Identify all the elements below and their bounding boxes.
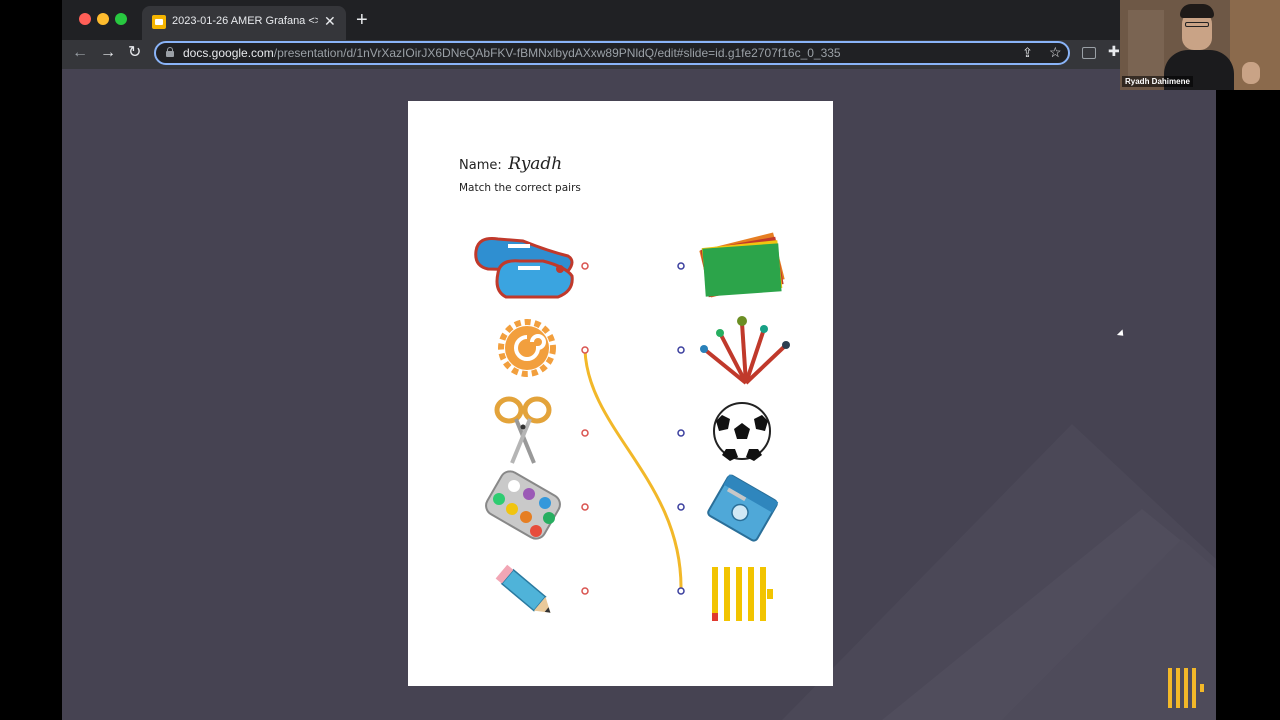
matching-worksheet bbox=[474, 232, 790, 621]
close-icon[interactable]: ✕ bbox=[324, 13, 336, 29]
left-dots bbox=[581, 262, 589, 595]
window-maximize-icon[interactable] bbox=[115, 13, 127, 25]
browser-window: 2023-01-26 AMER Grafana <> ✕ + ← → ↻ doc… bbox=[62, 0, 1120, 69]
slides-favicon-icon bbox=[152, 15, 166, 29]
url-host: docs.google.com bbox=[183, 46, 274, 60]
left-dot-4[interactable] bbox=[581, 503, 589, 511]
right-dot-5[interactable] bbox=[677, 587, 685, 595]
star-icon[interactable]: ☆ bbox=[1049, 44, 1062, 61]
left-dot-5[interactable] bbox=[581, 587, 589, 595]
right-dot-3[interactable] bbox=[677, 429, 685, 437]
right-dot-4[interactable] bbox=[677, 503, 685, 511]
right-dot-1[interactable] bbox=[677, 262, 685, 270]
slide[interactable]: Name: Ryadh Match the correct pairs bbox=[408, 101, 833, 686]
reload-icon[interactable]: ↻ bbox=[128, 43, 141, 63]
lock-icon[interactable] bbox=[166, 47, 174, 57]
left-dot-2[interactable] bbox=[581, 346, 589, 354]
participant-name: Ryadh Dahimene bbox=[1122, 76, 1193, 87]
pencil-sharpener-image bbox=[707, 474, 779, 542]
window-minimize-icon[interactable] bbox=[97, 13, 109, 25]
arrow-left-icon[interactable]: ← bbox=[72, 43, 88, 63]
tab-bar: 2023-01-26 AMER Grafana <> ✕ + bbox=[62, 0, 1120, 40]
window-close-icon[interactable] bbox=[79, 13, 91, 25]
tab-title: 2023-01-26 AMER Grafana <> bbox=[172, 15, 318, 27]
colored-paper-image bbox=[699, 232, 785, 298]
reader-mode-icon[interactable] bbox=[1082, 47, 1096, 59]
browser-toolbar: ← → ↻ docs.google.com/presentation/d/1nV… bbox=[62, 40, 1120, 69]
match-connector-line bbox=[583, 348, 683, 593]
plus-icon[interactable]: + bbox=[356, 9, 368, 31]
arrow-right-icon[interactable]: → bbox=[100, 43, 116, 63]
webcam-feed: Ryadh Dahimene bbox=[1120, 0, 1280, 90]
soccer-ball-image bbox=[713, 402, 771, 461]
brand-logo-watermark-icon bbox=[1168, 668, 1204, 708]
share-icon[interactable]: ⇪ bbox=[1022, 45, 1033, 61]
grafana-logo-image bbox=[498, 319, 556, 377]
url-path: /presentation/d/1nVrXazIOirJX6DNeQAbFKV-… bbox=[273, 46, 841, 60]
address-bar[interactable]: docs.google.com/presentation/d/1nVrXazIO… bbox=[154, 41, 1070, 65]
pencil-image bbox=[495, 564, 551, 613]
right-dots bbox=[677, 262, 685, 595]
paint-palette-image bbox=[485, 470, 561, 540]
scissors-image bbox=[494, 396, 552, 464]
paint-brushes-image bbox=[700, 316, 790, 385]
brand-logo-image bbox=[712, 567, 773, 621]
sneakers-image bbox=[474, 237, 574, 299]
puzzle-icon[interactable]: ✚ bbox=[1108, 43, 1120, 60]
url-text: docs.google.com/presentation/d/1nVrXazIO… bbox=[183, 46, 841, 60]
screen: 2023-01-26 AMER Grafana <> ✕ + ← → ↻ doc… bbox=[0, 0, 1280, 720]
right-dot-2[interactable] bbox=[677, 346, 685, 354]
left-dot-1[interactable] bbox=[581, 262, 589, 270]
tab-active[interactable]: 2023-01-26 AMER Grafana <> ✕ bbox=[142, 6, 346, 40]
left-dot-3[interactable] bbox=[581, 429, 589, 437]
